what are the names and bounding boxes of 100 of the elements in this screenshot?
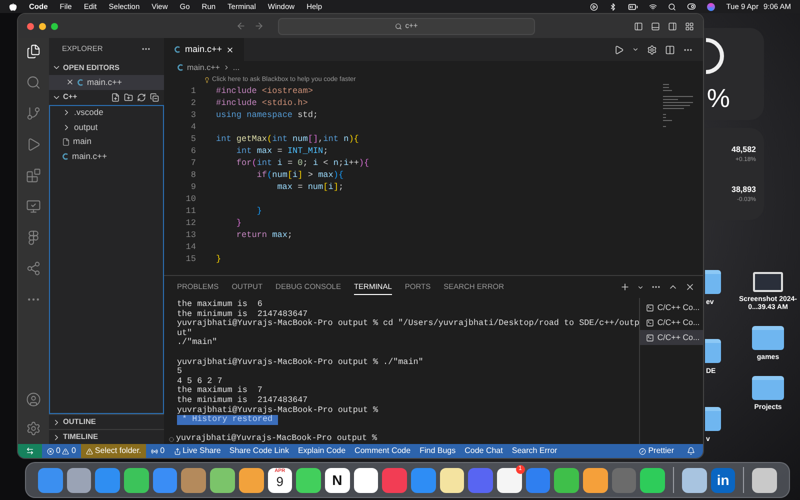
app-icon[interactable] xyxy=(682,468,707,492)
tree-item[interactable]: main.c++ xyxy=(72,150,107,163)
prettier-button[interactable]: Prettier xyxy=(648,445,674,457)
status-item[interactable]: Comment Code xyxy=(350,445,416,457)
folder-icon[interactable] xyxy=(705,338,721,362)
layout-icon[interactable] xyxy=(685,22,694,30)
tree-item[interactable]: main xyxy=(73,135,92,148)
status-item[interactable]: Explain Code xyxy=(293,445,350,457)
breadcrumb-item[interactable]: ... xyxy=(232,62,240,74)
code-line: int getMax(int num[],int n){ xyxy=(216,132,359,146)
screenshot-thumbnail[interactable] xyxy=(753,272,783,292)
wifi-icon[interactable] xyxy=(649,2,658,10)
terminal-list-item[interactable]: C/C++ Co... xyxy=(640,330,703,345)
app-icon[interactable] xyxy=(554,468,580,492)
refresh-icon[interactable] xyxy=(137,92,146,102)
chevron-right-icon[interactable] xyxy=(62,108,71,118)
line-number: 3 xyxy=(190,108,196,122)
live-share-button[interactable]: Live Share xyxy=(182,445,221,457)
play-icon[interactable] xyxy=(590,2,598,10)
collapse-icon[interactable] xyxy=(150,92,159,102)
terminal-list-item[interactable]: C/C++ Co... xyxy=(640,300,703,315)
close-icon[interactable] xyxy=(226,46,234,54)
terminal-line: yuvrajbhati@Yuvrajs-MacBook-Pro output % ./"main" xyxy=(177,358,424,368)
add-icon[interactable] xyxy=(620,282,630,292)
back-icon[interactable] xyxy=(236,21,246,31)
terminal-icon xyxy=(646,304,654,312)
status-item[interactable]: Find Bugs xyxy=(415,445,460,457)
app-icon[interactable] xyxy=(440,468,464,492)
folder-item[interactable]: output xyxy=(74,120,98,134)
forward-icon[interactable] xyxy=(254,21,264,31)
apple-icon[interactable] xyxy=(9,2,17,10)
app-icon[interactable] xyxy=(66,468,92,492)
app-icon[interactable] xyxy=(354,468,378,492)
close-icon[interactable] xyxy=(66,78,74,86)
chevron-right-icon[interactable] xyxy=(62,122,71,132)
panel-bottom-icon[interactable] xyxy=(651,22,660,30)
status-item[interactable]: Search Error xyxy=(507,445,562,457)
search-icon[interactable] xyxy=(668,2,676,10)
settings-icon[interactable] xyxy=(647,44,657,54)
app-icon[interactable]: N xyxy=(324,468,350,492)
battery-icon[interactable] xyxy=(628,2,638,12)
app-icon[interactable] xyxy=(124,468,149,492)
folder-item[interactable]: .vscode xyxy=(74,106,104,120)
chevron-down-icon[interactable] xyxy=(52,63,61,72)
code-line: } xyxy=(216,252,222,266)
panel-left-icon[interactable] xyxy=(634,22,643,30)
chevron-down-icon[interactable] xyxy=(637,284,644,290)
files-icon[interactable] xyxy=(26,44,41,59)
app-icon[interactable]: in xyxy=(710,468,736,492)
app-icon[interactable] xyxy=(296,468,321,492)
terminal-list-item[interactable]: C/C++ Co... xyxy=(640,315,703,330)
code-line: using namespace std; xyxy=(216,108,318,122)
split-editor-icon[interactable] xyxy=(665,44,675,54)
monitor-icon[interactable] xyxy=(26,199,41,214)
branch-icon[interactable] xyxy=(26,106,41,121)
prettier-icon xyxy=(639,448,646,454)
app-icon[interactable] xyxy=(210,468,235,492)
siri-icon[interactable] xyxy=(707,2,716,10)
close-window-button[interactable] xyxy=(27,22,34,30)
breadcrumb-item[interactable]: main.c++ xyxy=(187,62,220,74)
zoom-window-button[interactable] xyxy=(51,22,58,30)
minimize-window-button[interactable] xyxy=(39,22,46,30)
account-icon[interactable] xyxy=(26,392,41,407)
warning-count[interactable]: 0 xyxy=(71,445,76,457)
bell-icon[interactable] xyxy=(687,447,695,455)
chevron-right-icon[interactable] xyxy=(52,418,61,426)
app-icon[interactable] xyxy=(752,468,778,492)
run-icon[interactable] xyxy=(614,44,624,54)
status-item[interactable]: Code Chat xyxy=(460,445,508,457)
control-center-icon[interactable] xyxy=(687,2,696,11)
panel-right-icon[interactable] xyxy=(668,22,677,30)
app-icon[interactable] xyxy=(238,468,264,492)
line-number: 15 xyxy=(184,252,196,266)
ports-count[interactable]: 0 xyxy=(160,445,165,457)
extensions-icon[interactable] xyxy=(26,168,41,183)
terminal-line: yuvrajbhati@Yuvrajs-MacBook-Pro output % xyxy=(177,406,380,415)
select-folder-button[interactable]: Select folder. xyxy=(80,444,146,458)
share-icon[interactable] xyxy=(26,261,41,276)
terminal-line: 4 5 6 2 7 xyxy=(177,376,222,386)
code-line: for(int i = 0; i < n;i++){ xyxy=(235,156,370,170)
terminal-line: the maximum is 6 xyxy=(177,300,264,310)
new-folder-icon[interactable] xyxy=(124,92,133,102)
chevron-right-icon[interactable] xyxy=(52,432,61,442)
line-number: 1 xyxy=(190,84,196,98)
line-number: 4 xyxy=(190,120,196,134)
status-item[interactable]: Share Code Link xyxy=(224,445,294,457)
new-file-icon[interactable] xyxy=(111,92,120,102)
line-number: 7 xyxy=(190,156,196,170)
close-icon[interactable] xyxy=(685,282,695,292)
app-icon[interactable] xyxy=(640,468,666,492)
bluetooth-icon[interactable] xyxy=(609,2,618,10)
line-number: 8 xyxy=(190,168,196,182)
chevron-down-icon[interactable] xyxy=(632,46,639,53)
remote-button[interactable] xyxy=(18,444,42,458)
figma-icon[interactable] xyxy=(26,230,41,245)
editor-tab[interactable]: main.c++ xyxy=(164,38,244,61)
error-count[interactable]: 0 xyxy=(56,445,60,457)
app-icon[interactable] xyxy=(583,468,608,492)
line-number: 9 xyxy=(190,180,196,194)
terminal-line: 5 xyxy=(177,367,184,377)
